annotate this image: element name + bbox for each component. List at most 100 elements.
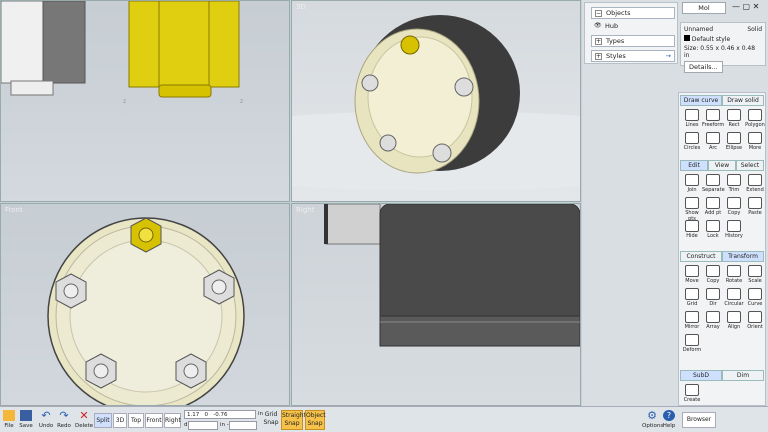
tool-extend[interactable]: Extend	[744, 173, 766, 195]
tool-deform[interactable]: Deform	[681, 333, 703, 355]
tool-label: Paste	[748, 210, 762, 216]
rect-icon	[727, 109, 741, 121]
view-front-button[interactable]: Front	[145, 413, 163, 428]
tool-copy[interactable]: Copy	[723, 196, 745, 218]
viewport-front[interactable]: Front	[0, 203, 290, 406]
tool-arc[interactable]: Arc	[702, 131, 724, 153]
coordinate-readout[interactable]: 1.17 0 -0.76	[184, 410, 256, 419]
tool-add-pt[interactable]: Add pt	[702, 196, 724, 218]
arrow-icon[interactable]: →	[666, 51, 671, 62]
eye-icon[interactable]: 👁	[594, 23, 602, 30]
tool-label: Arc	[708, 145, 718, 151]
tool-circular[interactable]: Circular	[723, 287, 745, 309]
types-row[interactable]: + Types	[591, 35, 675, 47]
gear-icon: ⚙	[647, 409, 657, 422]
tab-dim[interactable]: Dim	[722, 370, 764, 381]
tab-construct[interactable]: Construct	[680, 251, 722, 262]
viewport-top[interactable]: Top z z	[0, 0, 290, 202]
tool-align[interactable]: Align	[723, 310, 745, 332]
tab-subd[interactable]: SubD	[680, 370, 722, 381]
tool-hide[interactable]: Hide	[681, 219, 703, 241]
object-snap-toggle[interactable]: Object Snap	[305, 410, 326, 430]
viewport-3d[interactable]: 3D	[291, 0, 581, 202]
tool-orient[interactable]: Orient	[744, 310, 766, 332]
window-controls[interactable]: — ▢ ✕	[732, 2, 759, 11]
delete-button[interactable]: ✕ Delete	[75, 409, 93, 431]
tool-join[interactable]: Join	[681, 173, 703, 195]
tool-label: Freeform	[702, 122, 725, 128]
tool-create[interactable]: Create	[681, 383, 703, 405]
tab-draw-solid[interactable]: Draw solid	[722, 95, 764, 106]
distance-input[interactable]	[188, 421, 218, 430]
redo-button[interactable]: ↷ Redo	[56, 409, 72, 431]
styles-row[interactable]: + Styles →	[591, 50, 675, 62]
tab-mol[interactable]: Mol	[682, 2, 726, 14]
file-button[interactable]: File	[2, 409, 16, 431]
style-swatch	[684, 35, 690, 41]
bottom-toolbar: File Save ↶ Undo ↷ Redo ✕ Delete Split 3D T…	[0, 406, 768, 432]
view-split-button[interactable]: Split	[94, 413, 112, 428]
tool-more[interactable]: More	[744, 131, 766, 153]
collapse-icon[interactable]: −	[595, 10, 602, 17]
tool-label: Extend	[746, 187, 764, 193]
grid-snap-toggle[interactable]: Grid Snap	[263, 411, 279, 427]
viewport-label: Top	[5, 3, 17, 11]
view-right-button[interactable]: Right	[164, 413, 181, 428]
size-readout: Size: 0.55 x 0.46 x 0.48 in	[684, 45, 756, 59]
hub-row[interactable]: 👁 Hub	[591, 21, 675, 33]
tool-dir[interactable]: Dir	[702, 287, 724, 309]
angle-input[interactable]	[229, 421, 257, 430]
top-view-geometry: z z	[1, 1, 243, 105]
browser-button[interactable]: Browser	[682, 412, 716, 428]
tool-mirror[interactable]: Mirror	[681, 310, 703, 332]
tool-freeform[interactable]: Freeform	[702, 108, 724, 130]
tool-label: Copy	[706, 278, 720, 284]
tool-trim[interactable]: Trim	[723, 173, 745, 195]
front-view-geometry	[47, 217, 245, 405]
undo-button[interactable]: ↶ Undo	[38, 409, 54, 431]
view-3d-button[interactable]: 3D	[113, 413, 127, 428]
tool-label: Orient	[747, 324, 763, 330]
array-icon	[706, 311, 720, 323]
save-button[interactable]: Save	[18, 409, 34, 431]
tool-rotate[interactable]: Rotate	[723, 264, 745, 286]
tool-separate[interactable]: Separate	[702, 173, 725, 195]
tool-curve[interactable]: Curve	[744, 287, 766, 309]
tool-ellipse[interactable]: Ellipse	[723, 131, 745, 153]
tool-copy[interactable]: Copy	[702, 264, 724, 286]
tool-label: Rotate	[725, 278, 743, 284]
straight-snap-toggle[interactable]: Straight Snap	[281, 410, 306, 430]
tab-transform[interactable]: Transform	[722, 251, 764, 262]
expand-icon[interactable]: +	[595, 38, 602, 45]
options-button[interactable]: ⚙ Options	[642, 409, 663, 431]
details-button[interactable]: Details...	[684, 61, 723, 73]
tool-label: Join	[687, 187, 697, 193]
floppy-icon	[20, 410, 32, 421]
tool-label: Circles	[683, 145, 701, 151]
tool-scale[interactable]: Scale	[744, 264, 766, 286]
tool-label: Align	[727, 324, 741, 330]
tool-label: Lines	[685, 122, 699, 128]
tab-draw-curve[interactable]: Draw curve	[680, 95, 722, 106]
tool-lines[interactable]: Lines	[681, 108, 703, 130]
tool-move[interactable]: Move	[681, 264, 703, 286]
tab-select[interactable]: Select	[736, 160, 764, 171]
tool-polygon[interactable]: Polygon	[744, 108, 766, 130]
tool-paste[interactable]: Paste	[744, 196, 766, 218]
tool-lock[interactable]: Lock	[702, 219, 724, 241]
help-button[interactable]: ? Help	[662, 409, 676, 431]
tool-history[interactable]: History	[723, 219, 745, 241]
tool-circles[interactable]: Circles	[681, 131, 703, 153]
viewport-right[interactable]: Right	[291, 203, 581, 406]
tab-view[interactable]: View	[708, 160, 736, 171]
svg-text:z: z	[123, 98, 126, 105]
tool-rect[interactable]: Rect	[723, 108, 745, 130]
expand-icon[interactable]: +	[595, 53, 602, 60]
tab-edit[interactable]: Edit	[680, 160, 708, 171]
tool-array[interactable]: Array	[702, 310, 724, 332]
objects-row[interactable]: − Objects	[591, 7, 675, 19]
tool-grid[interactable]: Grid	[681, 287, 703, 309]
circular-icon	[727, 288, 741, 300]
view-top-button[interactable]: Top	[128, 413, 144, 428]
tool-show-pts[interactable]: Show pts	[681, 196, 703, 222]
